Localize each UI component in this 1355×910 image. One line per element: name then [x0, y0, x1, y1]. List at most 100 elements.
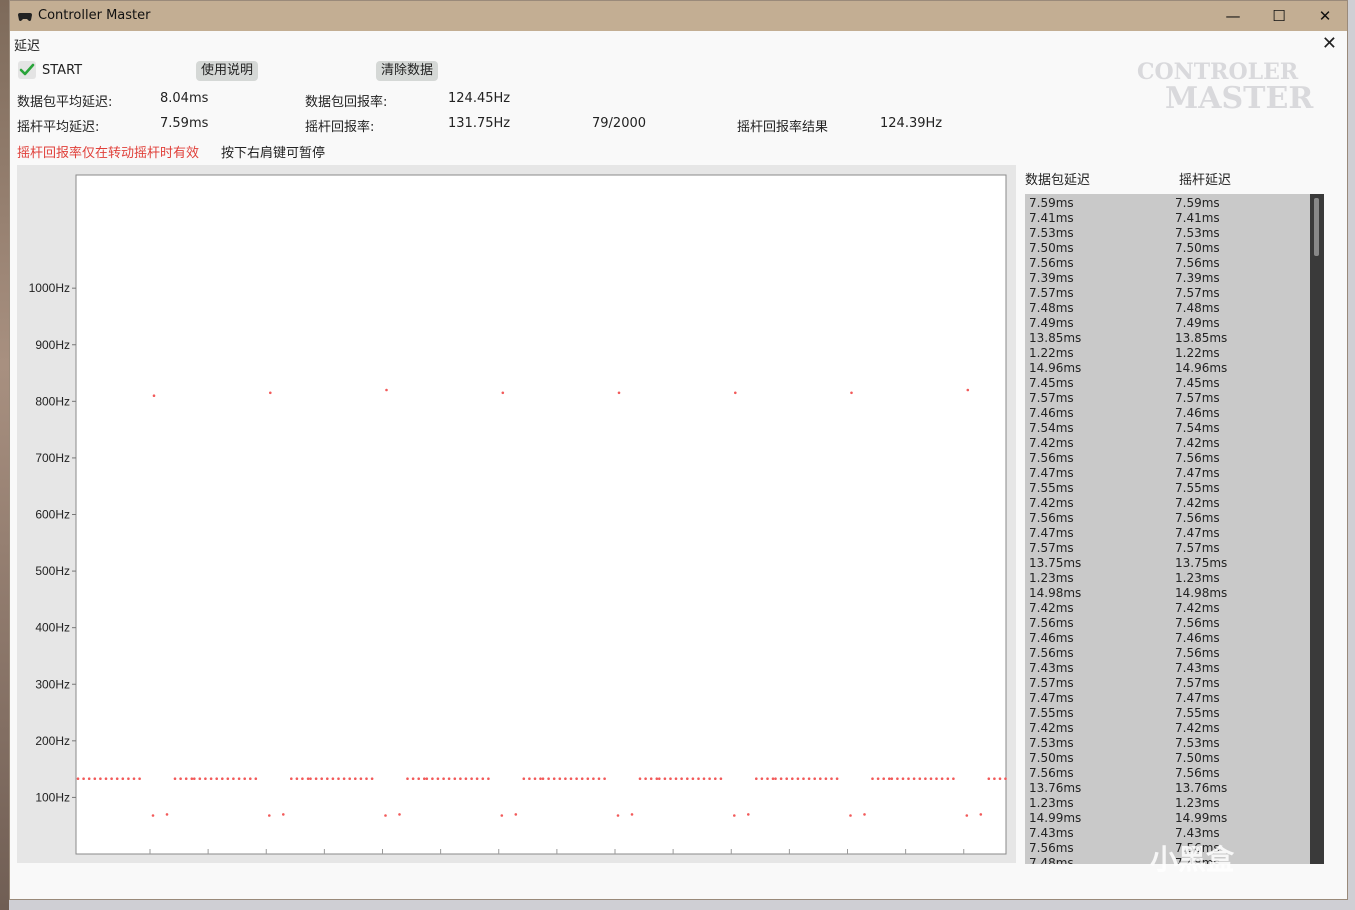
stick-latency-item: 7.42ms [1175, 436, 1220, 450]
stick-latency-item: 7.57ms [1175, 541, 1220, 555]
help-button[interactable]: 使用说明 [196, 61, 259, 81]
data-point [115, 777, 119, 780]
data-point [76, 777, 80, 780]
y-tick-label: 1000Hz [29, 281, 70, 295]
data-point [320, 777, 324, 780]
packet-latency-item: 13.76ms [1029, 781, 1082, 795]
data-point [830, 777, 833, 780]
data-point [447, 777, 451, 780]
data-point [121, 777, 125, 780]
packet-latency-item: 7.42ms [1029, 601, 1074, 615]
stick-latency-item: 13.85ms [1175, 331, 1228, 345]
stick-rate-label: 摇杆回报率: [305, 120, 375, 135]
data-point [533, 777, 537, 780]
rate-scatter-chart: 100Hz 200Hz 300Hz 400Hz 500Hz 600Hz 700Hz 800Hz… [29, 174, 1007, 855]
data-point [940, 777, 944, 780]
data-point [290, 777, 293, 780]
window-title: Controller Master [38, 8, 151, 23]
packet-latency-item: 7.59ms [1029, 196, 1074, 210]
maximize-button[interactable]: ☐ [1256, 1, 1302, 31]
data-point [547, 777, 550, 780]
data-point [165, 813, 169, 816]
panel-title: 延迟 [14, 39, 41, 54]
data-point [644, 777, 647, 780]
data-point [198, 777, 202, 780]
stick-latency-item: 7.54ms [1175, 421, 1220, 435]
data-point [586, 777, 590, 780]
stick-latency-item: 7.56ms [1175, 616, 1220, 630]
latency-list[interactable]: 7.59ms 7.41ms 7.53ms 7.50ms 7.56ms 7.39ms 7.57… [1025, 194, 1324, 864]
packet-latency-item: 7.56ms [1029, 511, 1074, 525]
list-scrollbar[interactable] [1310, 194, 1324, 864]
packet-latency-item: 7.56ms [1029, 616, 1074, 630]
data-point [173, 777, 177, 780]
packet-latency-item: 7.43ms [1029, 661, 1074, 675]
data-point [326, 777, 329, 780]
stick-latency-item: 7.42ms [1175, 601, 1220, 615]
data-point [966, 388, 970, 392]
stick-latency-item: 7.56ms [1175, 766, 1220, 780]
stick-result-value: 124.39Hz [880, 116, 943, 131]
data-point [110, 777, 113, 780]
stick-latency-item: 1.23ms [1175, 796, 1220, 810]
y-tick-label: 300Hz [35, 677, 70, 691]
data-point [714, 777, 717, 780]
data-point [365, 777, 368, 780]
data-point [522, 777, 526, 780]
scrollbar-thumb[interactable] [1314, 198, 1319, 256]
packet-latency-item: 7.47ms [1029, 526, 1074, 540]
clear-data-button[interactable]: 清除数据 [376, 61, 439, 81]
data-point [697, 777, 700, 780]
y-tick-label: 800Hz [35, 394, 70, 408]
data-point [755, 777, 758, 780]
data-point [309, 777, 312, 780]
packet-latency-item: 7.42ms [1029, 496, 1074, 510]
stick-latency-item: 7.57ms [1175, 286, 1220, 300]
packet-latency-item: 7.46ms [1029, 406, 1074, 420]
watermark-logo: 小黑盒 [1150, 843, 1235, 876]
stick-latency-item: 1.23ms [1175, 571, 1220, 585]
packet-rate-value: 124.45Hz [448, 91, 511, 106]
stick-latency-header: 摇杆延迟 [1179, 173, 1232, 188]
data-point [237, 777, 241, 780]
start-checkbox[interactable]: START [18, 61, 82, 79]
data-point [104, 777, 108, 780]
packet-latency-item: 7.57ms [1029, 286, 1074, 300]
data-point [475, 777, 479, 780]
gamepad-icon [18, 13, 32, 21]
data-point [348, 777, 352, 780]
packet-latency-item: 7.56ms [1029, 841, 1074, 855]
data-point [481, 777, 485, 780]
data-point [487, 777, 490, 780]
pause-hint: 按下右肩键可暂停 [221, 146, 326, 161]
data-point [541, 777, 545, 780]
data-point [965, 814, 969, 817]
minimize-button[interactable]: — [1210, 1, 1256, 31]
latency-panel: CONTROLER MASTER 延迟 ✕ START 使用说明 清除数据 数据… [10, 31, 1347, 899]
data-point [835, 777, 839, 780]
title-bar[interactable]: Controller Master — ☐ ✕ [10, 1, 1347, 31]
stick-latency-item: 7.47ms [1175, 526, 1220, 540]
data-point [209, 777, 213, 780]
stick-latency-item: 7.55ms [1175, 481, 1220, 495]
data-point [575, 777, 578, 780]
data-point [890, 777, 894, 780]
data-point [896, 777, 899, 780]
data-point [337, 777, 340, 780]
panel-close-icon[interactable]: ✕ [1322, 33, 1337, 54]
data-point [779, 777, 783, 780]
data-point [719, 777, 723, 780]
stick-latency-item: 13.75ms [1175, 556, 1228, 570]
stick-latency-item: 7.57ms [1175, 391, 1220, 405]
data-point [82, 777, 85, 780]
packet-latency-item: 7.45ms [1029, 376, 1074, 390]
data-point [912, 777, 916, 780]
data-point [918, 777, 922, 780]
packet-latency-item: 7.56ms [1029, 646, 1074, 660]
data-point [459, 777, 462, 780]
packet-latency-item: 7.56ms [1029, 766, 1074, 780]
data-point [935, 777, 938, 780]
packet-latency-item: 7.39ms [1029, 271, 1074, 285]
close-window-button[interactable]: ✕ [1302, 1, 1348, 31]
packet-latency-header: 数据包延迟 [1025, 173, 1091, 188]
